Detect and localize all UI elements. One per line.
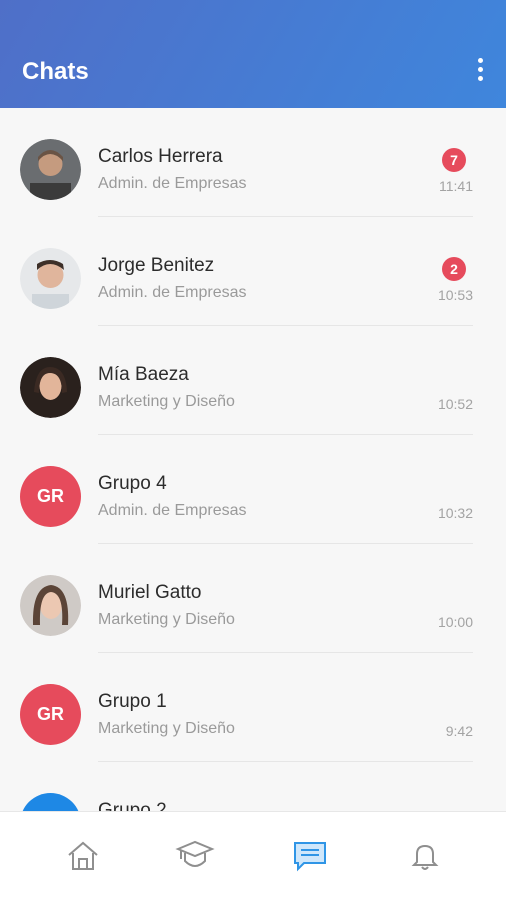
chat-subtitle: Admin. de Empresas [98, 502, 247, 519]
group-avatar [20, 793, 81, 812]
chat-name: Mía Baeza [98, 364, 189, 385]
avatar [20, 248, 81, 309]
more-menu-icon[interactable] [474, 58, 486, 84]
chat-time: 10:00 [437, 614, 473, 630]
chat-row-grupo-4[interactable]: GR Grupo 4 Admin. de Empresas 10:32 [0, 435, 506, 544]
nav-chats[interactable] [247, 812, 373, 900]
home-icon [68, 841, 98, 870]
group-avatar: GR [20, 684, 81, 745]
chat-name: Grupo 1 [98, 691, 167, 712]
chat-row-muriel-gatto[interactable]: Muriel Gatto Marketing y Diseño 10:00 [0, 544, 506, 653]
chat-row-carlos-herrera[interactable]: Carlos Herrera Admin. de Empresas 7 11:4… [0, 108, 506, 217]
nav-courses[interactable] [132, 812, 258, 900]
page-title: Chats [22, 58, 89, 85]
chat-time: 10:52 [437, 396, 473, 412]
unread-badge: 2 [442, 257, 466, 281]
chat-row-jorge-benitez[interactable]: Jorge Benitez Admin. de Empresas 2 10:53 [0, 217, 506, 326]
chat-row-grupo-2[interactable]: Grupo 2 [0, 762, 506, 812]
chat-subtitle: Marketing y Diseño [98, 611, 235, 628]
chat-time: 10:53 [437, 287, 473, 303]
graduate-icon [175, 840, 215, 867]
chat-time: 10:32 [437, 505, 473, 521]
chat-name: Muriel Gatto [98, 582, 202, 603]
avatar [20, 575, 81, 636]
chat-time: 11:41 [439, 178, 473, 194]
chat-subtitle: Marketing y Diseño [98, 393, 235, 410]
nav-home[interactable] [20, 812, 146, 900]
chat-subtitle: Admin. de Empresas [98, 175, 247, 192]
chat-list: Carlos Herrera Admin. de Empresas 7 11:4… [0, 108, 506, 812]
chat-time: 9:42 [445, 723, 473, 739]
chat-name: Jorge Benitez [98, 255, 215, 276]
chat-name: Grupo 4 [98, 473, 167, 494]
chat-icon [294, 842, 326, 872]
chat-subtitle: Marketing y Diseño [98, 720, 235, 737]
avatar [20, 139, 81, 200]
bell-icon [411, 844, 439, 870]
group-avatar: GR [20, 466, 81, 527]
avatar [20, 357, 81, 418]
nav-notifications[interactable] [362, 812, 488, 900]
chat-subtitle: Admin. de Empresas [98, 284, 247, 301]
app-header: Chats [0, 0, 506, 108]
unread-badge: 7 [442, 148, 466, 172]
chat-row-mia-baeza[interactable]: Mía Baeza Marketing y Diseño 10:52 [0, 326, 506, 435]
chat-name: Carlos Herrera [98, 146, 223, 167]
bottom-navigation [0, 811, 506, 900]
chat-row-grupo-1[interactable]: GR Grupo 1 Marketing y Diseño 9:42 [0, 653, 506, 762]
